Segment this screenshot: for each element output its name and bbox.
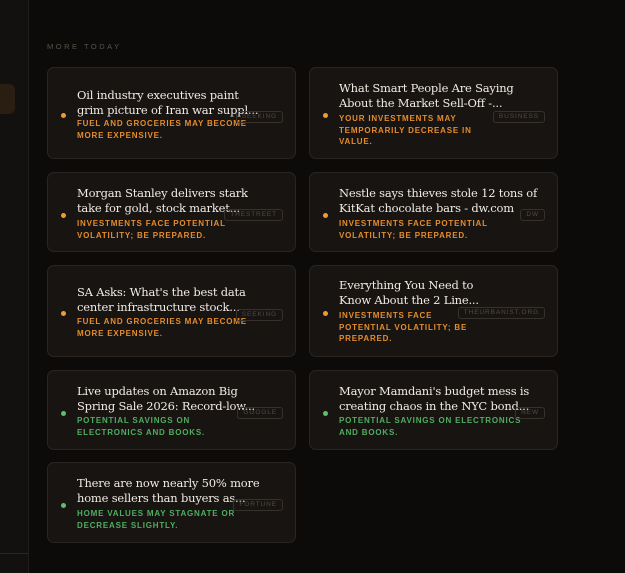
impact-dot-icon xyxy=(61,503,66,508)
news-card[interactable]: Mayor Mamdani's budget mess is creating c… xyxy=(309,370,558,450)
impact-text: POTENTIAL SAVINGS ON ELECTRONICS AND BOOK… xyxy=(77,416,205,437)
impact-text: INVESTMENTS FACE POTENTIAL VOLATILITY; BE… xyxy=(77,219,226,240)
news-title[interactable]: SA Asks: What's the best data center infr… xyxy=(77,285,246,315)
impact-text: YOUR INVESTMENTS MAY TEMPORARILY DECREASE… xyxy=(339,114,472,146)
impact-text: INVESTMENTS FACE POTENTIAL VOLATILITY; BE… xyxy=(339,219,488,240)
source-tag: FORTUNE xyxy=(233,499,283,511)
impact-dot-icon xyxy=(61,113,66,118)
news-title[interactable]: Mayor Mamdani's budget mess is creating c… xyxy=(339,384,529,414)
impact-text: FUEL AND GROCERIES MAY BECOME MORE EXPENS… xyxy=(77,119,247,140)
source-tag: BUSINESS xyxy=(492,111,545,123)
source-tag: THEURBANIST.ORG xyxy=(457,307,545,319)
news-title[interactable]: Morgan Stanley delivers stark take for go… xyxy=(77,186,248,216)
news-title[interactable]: What Smart People Are Saying About the Ma… xyxy=(339,81,514,111)
source-tag: SEEKING xyxy=(235,309,283,321)
impact-dot-icon xyxy=(61,411,66,416)
sidebar-active-item[interactable] xyxy=(0,84,15,114)
impact-text: HOME VALUES MAY STAGNATE OR DECREASE SLIG… xyxy=(77,509,236,530)
impact-dot-icon xyxy=(323,411,328,416)
sidebar xyxy=(0,0,29,573)
news-title[interactable]: There are now nearly 50% more home seller… xyxy=(77,476,260,506)
news-card[interactable]: Morgan Stanley delivers stark take for go… xyxy=(47,172,296,252)
source-tag: THESTREET xyxy=(224,209,283,221)
impact-text: INVESTMENTS FACE POTENTIAL VOLATILITY; BE… xyxy=(339,311,468,343)
news-title[interactable]: Nestle says thieves stole 12 tons of KitK… xyxy=(339,186,537,216)
source-tag: GOOGLE xyxy=(237,407,283,419)
section-label: MORE TODAY xyxy=(47,42,122,51)
news-card[interactable]: Live updates on Amazon Big Spring Sale 20… xyxy=(47,370,296,450)
news-title[interactable]: Everything You Need to Know About the 2 L… xyxy=(339,278,479,308)
news-card[interactable]: Nestle says thieves stole 12 tons of KitK… xyxy=(309,172,558,252)
news-card[interactable]: There are now nearly 50% more home seller… xyxy=(47,462,296,543)
impact-dot-icon xyxy=(61,311,66,316)
impact-dot-icon xyxy=(323,113,328,118)
impact-dot-icon xyxy=(323,311,328,316)
impact-dot-icon xyxy=(323,213,328,218)
source-tag: DW xyxy=(520,209,545,221)
news-card[interactable]: What Smart People Are Saying About the Ma… xyxy=(309,67,558,159)
impact-text: POTENTIAL SAVINGS ON ELECTRONICS AND BOOK… xyxy=(339,416,522,437)
impact-dot-icon xyxy=(61,213,66,218)
news-card[interactable]: SA Asks: What's the best data center infr… xyxy=(47,265,296,357)
impact-text: FUEL AND GROCERIES MAY BECOME MORE EXPENS… xyxy=(77,317,247,338)
news-card[interactable]: Everything You Need to Know About the 2 L… xyxy=(309,265,558,357)
news-card[interactable]: Oil industry executives paint grim pictur… xyxy=(47,67,296,159)
source-tag: NEW xyxy=(515,407,545,419)
sidebar-divider xyxy=(0,553,28,554)
news-title[interactable]: Live updates on Amazon Big Spring Sale 20… xyxy=(77,384,255,414)
source-tag: SEEKING xyxy=(235,111,283,123)
news-title[interactable]: Oil industry executives paint grim pictur… xyxy=(77,88,258,118)
